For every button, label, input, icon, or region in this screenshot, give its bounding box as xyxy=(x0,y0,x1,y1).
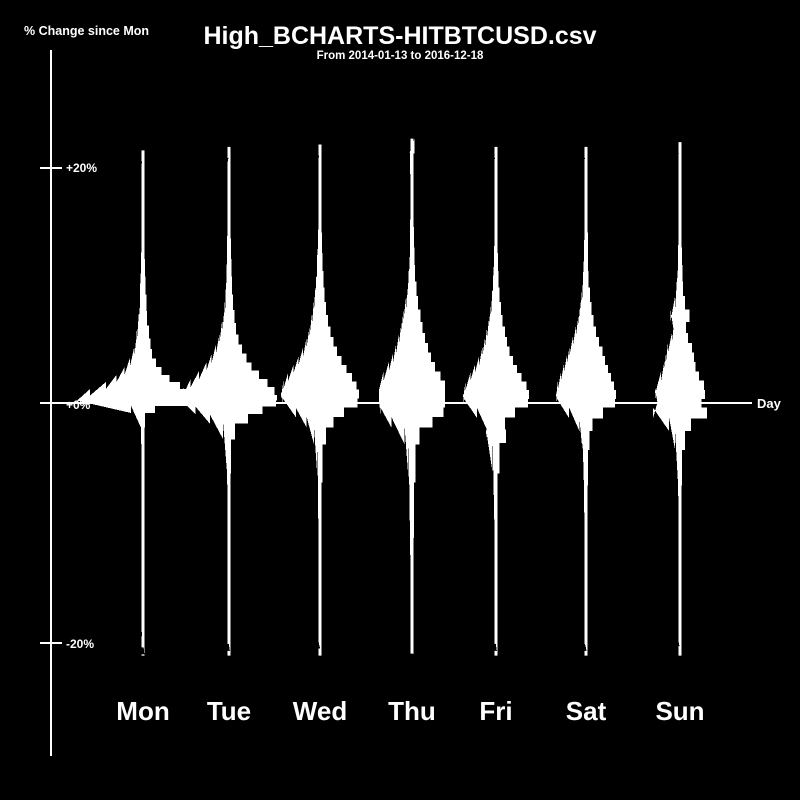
chart-canvas: % Change since Mon High_BCHARTS-HITBTCUS… xyxy=(0,0,800,800)
violin-body-wed xyxy=(281,144,359,656)
violin-plot-series xyxy=(77,138,707,656)
violin-body-sun xyxy=(653,142,707,656)
violin-body-sat xyxy=(556,146,616,656)
violin-body-tue xyxy=(181,146,277,656)
violin-body-thu xyxy=(379,138,445,656)
violin-body-fri xyxy=(463,146,529,656)
